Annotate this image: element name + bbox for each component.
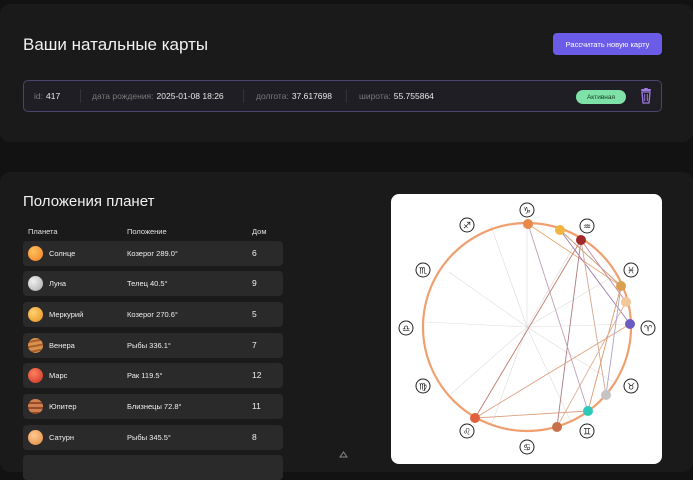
planet-house: 5 xyxy=(252,309,257,319)
planet-house: 7 xyxy=(252,340,257,350)
planet-dot[interactable] xyxy=(470,413,480,423)
section-title: Положения планет xyxy=(23,193,155,210)
planet-house: 6 xyxy=(252,248,257,258)
planet-dot[interactable] xyxy=(523,219,533,229)
table-row[interactable]: Юпитер Близнецы 72.8° 11 xyxy=(23,394,283,419)
longitude-label: долгота: xyxy=(256,91,289,101)
natal-wheel: ♑ ♒ ♓ ♈ ♉ ♊ ♋ ♌ ♍ ♎ ♏ ♐ xyxy=(398,202,656,455)
planet-dot[interactable] xyxy=(601,390,611,400)
latitude-field: широта: 55.755864 xyxy=(359,81,434,111)
birth-label: дата рождения: xyxy=(92,91,154,101)
mercury-icon xyxy=(28,307,43,322)
planet-position: Козерог 270.6° xyxy=(127,310,178,319)
longitude-field: долгота: 37.617698 xyxy=(256,81,332,111)
gemini-glyph: ♊ xyxy=(583,428,591,438)
divider xyxy=(80,89,81,103)
planet-position: Близнецы 72.8° xyxy=(127,402,182,411)
id-value: 417 xyxy=(45,91,61,101)
column-header-position: Положение xyxy=(127,227,167,236)
jupiter-icon xyxy=(28,399,43,414)
planet-name: Солнце xyxy=(49,249,76,258)
planet-name: Луна xyxy=(49,279,67,288)
planet-name: Марс xyxy=(49,371,68,380)
table-row[interactable]: Луна Телец 40.5° 9 xyxy=(23,271,283,296)
column-header-planet: Планета xyxy=(28,227,58,236)
latitude-value: 55.755864 xyxy=(393,91,434,101)
planet-dot[interactable] xyxy=(583,406,593,416)
libra-glyph: ♎ xyxy=(402,325,410,335)
house-lines xyxy=(424,224,630,427)
planet-name: Сатурн xyxy=(49,433,75,442)
cancer-glyph: ♋ xyxy=(523,444,531,454)
column-header-house: Дом xyxy=(252,227,267,236)
planet-name: Меркурий xyxy=(49,310,84,319)
latitude-label: широта: xyxy=(359,91,391,101)
table-row[interactable]: Марс Рак 119.5° 12 xyxy=(23,363,283,388)
planet-house: 9 xyxy=(252,278,257,288)
planet-dot[interactable] xyxy=(621,297,631,307)
capricorn-glyph: ♑ xyxy=(523,207,531,217)
natal-charts-card xyxy=(0,4,693,142)
mars-icon xyxy=(28,368,43,383)
planet-dot[interactable] xyxy=(552,422,562,432)
page-title: Ваши натальные карты xyxy=(23,35,209,54)
aries-glyph: ♈ xyxy=(644,325,653,335)
divider xyxy=(346,89,347,103)
moon-icon xyxy=(28,276,43,291)
scroll-up-icon[interactable] xyxy=(339,451,348,458)
planet-position: Телец 40.5° xyxy=(127,279,168,288)
taurus-glyph: ♉ xyxy=(627,383,635,393)
planet-dot[interactable] xyxy=(625,319,635,329)
planet-position: Рыбы 345.5° xyxy=(127,433,171,442)
pisces-glyph: ♓ xyxy=(627,267,635,277)
id-field: id: 417 xyxy=(34,81,60,111)
table-row[interactable]: Солнце Козерог 289.0° 6 xyxy=(23,241,283,266)
venus-icon xyxy=(28,338,43,353)
sagittarius-glyph: ♐ xyxy=(463,222,471,232)
planet-house: 11 xyxy=(252,401,261,411)
planet-position: Рыбы 336.1° xyxy=(127,341,171,350)
trash-icon[interactable] xyxy=(639,88,653,104)
planet-name: Юпитер xyxy=(49,402,77,411)
scorpio-glyph: ♏ xyxy=(419,267,427,277)
new-chart-button[interactable]: Рассчитать новую карту xyxy=(553,33,662,55)
divider xyxy=(243,89,244,103)
birth-value: 2025-01-08 18:26 xyxy=(156,91,224,101)
leo-glyph: ♌ xyxy=(463,428,471,438)
natal-wheel-card: ♑ ♒ ♓ ♈ ♉ ♊ ♋ ♌ ♍ ♎ ♏ ♐ xyxy=(391,194,662,464)
birth-field: дата рождения: 2025-01-08 18:26 xyxy=(92,81,224,111)
aquarius-glyph: ♒ xyxy=(583,223,591,233)
planet-position: Рак 119.5° xyxy=(127,371,163,380)
table-row[interactable]: Меркурий Козерог 270.6° 5 xyxy=(23,302,283,327)
planet-house: 12 xyxy=(252,370,262,380)
planet-position: Козерог 289.0° xyxy=(127,249,178,258)
table-row[interactable]: Сатурн Рыбы 345.5° 8 xyxy=(23,425,283,450)
planet-dot[interactable] xyxy=(576,235,586,245)
sun-icon xyxy=(28,246,43,261)
table-row[interactable]: Венера Рыбы 336.1° 7 xyxy=(23,333,283,358)
planet-house: 8 xyxy=(252,432,257,442)
planet-dot[interactable] xyxy=(555,225,565,235)
status-badge: Активная xyxy=(576,90,626,104)
virgo-glyph: ♍ xyxy=(419,383,427,393)
id-label: id: xyxy=(34,91,43,101)
chart-record-row[interactable]: id: 417 дата рождения: 2025-01-08 18:26 … xyxy=(23,80,662,112)
saturn-icon xyxy=(28,430,43,445)
planet-dot[interactable] xyxy=(616,281,626,291)
planet-name: Венера xyxy=(49,341,75,350)
longitude-value: 37.617698 xyxy=(291,91,332,101)
table-row[interactable] xyxy=(23,455,283,480)
